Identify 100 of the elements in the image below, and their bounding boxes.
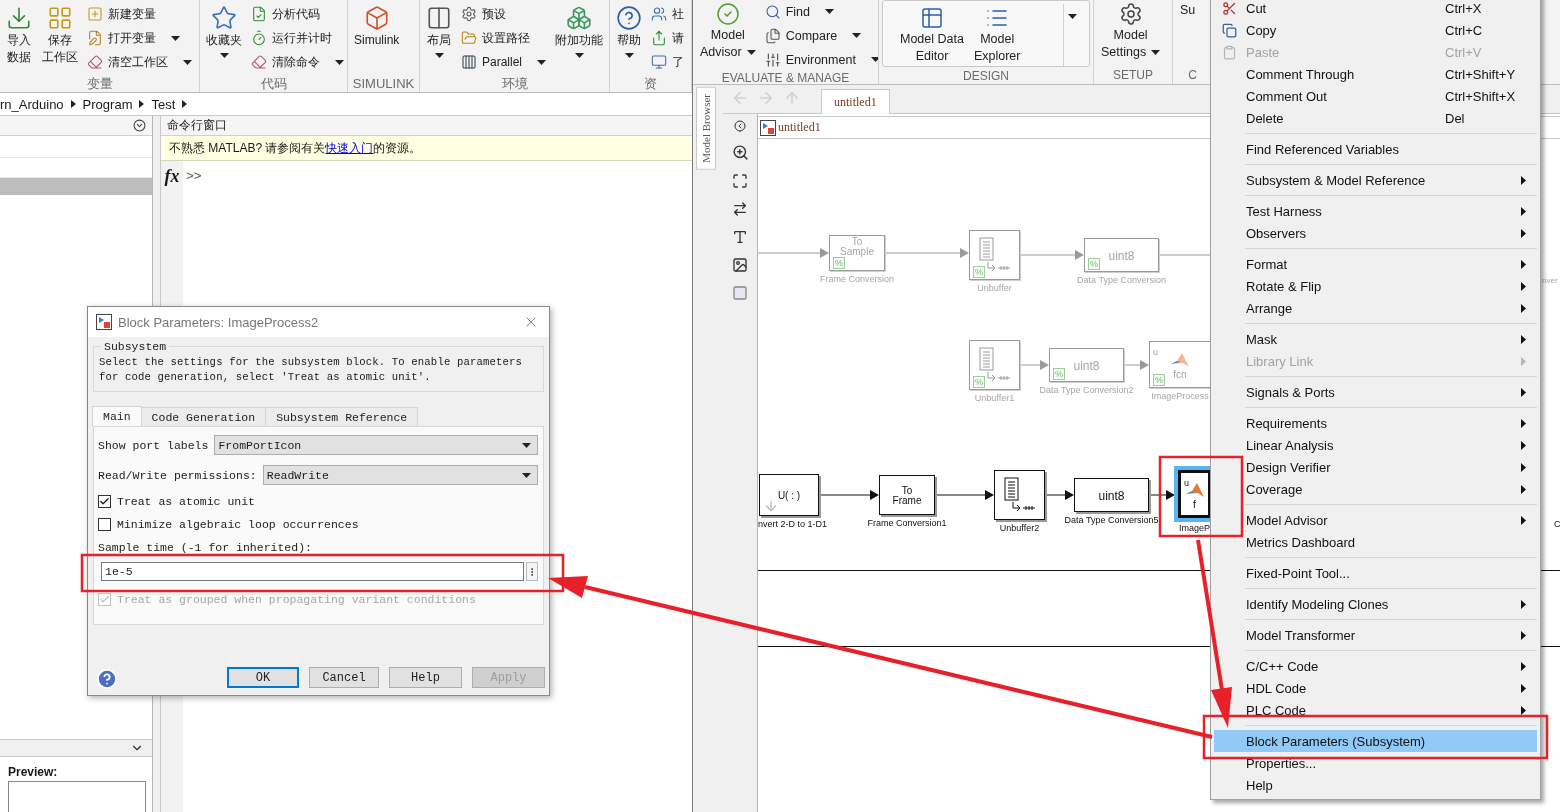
ribbon-button[interactable]: 保存 工作区 [39,3,81,67]
menu-item[interactable]: Identify Modeling Clones [1214,593,1537,615]
diagram-block[interactable]: uint8 [1074,478,1149,512]
path-segment[interactable]: rn_Arduino [0,96,64,112]
ribbon-button[interactable]: 请 [649,27,686,49]
menu-item[interactable]: Signals & Ports [1214,381,1537,403]
ribbon-button[interactable]: Find [762,0,878,23]
dialog-tab[interactable]: Code Generation [140,407,267,426]
ribbon-button[interactable]: 清空工作区 [85,51,194,73]
menu-item[interactable]: Model Advisor [1214,509,1537,531]
ribbon-button[interactable]: 布局 [423,3,455,60]
ribbon-button[interactable]: 运行并计时 [249,27,346,49]
menu-item[interactable]: Properties... [1214,752,1537,774]
more-options-button[interactable] [526,562,538,581]
help-icon[interactable] [96,668,118,690]
dialog-tab[interactable]: Main [92,406,142,426]
ribbon-button[interactable]: 导入 数据 [3,3,35,67]
ribbon-button[interactable]: Model Explorer [970,4,1024,66]
diagram-block[interactable]: U( : ) [759,474,819,516]
input-field[interactable]: 1e-5 [101,562,524,581]
ribbon-button[interactable]: 分析代码 [249,3,346,25]
block-text: fcn [1173,368,1187,381]
ribbon-button[interactable]: 预设 [459,3,549,25]
menu-item[interactable]: C/C++ Code [1214,655,1537,677]
model-tab[interactable]: untitled1 [821,89,890,114]
menu-item[interactable]: Subsystem & Model Reference [1214,169,1537,191]
ribbon-button[interactable]: 收藏夹 [203,3,245,60]
ribbon-button[interactable]: 新建变量 [85,3,194,25]
menu-item[interactable]: Find Referenced Variables [1214,138,1537,160]
menu-item[interactable]: Cut Ctrl+X [1214,0,1537,19]
menu-item[interactable]: Copy Ctrl+C [1214,19,1537,41]
menu-item[interactable]: HDL Code [1214,677,1537,699]
diagram-block[interactable] [994,470,1045,520]
ribbon-button[interactable]: Parallel [459,51,549,73]
ribbon-button[interactable]: Model Data Editor [897,4,967,66]
menu-item[interactable]: Delete Del [1214,107,1537,129]
menu-item[interactable]: Test Harness [1214,200,1537,222]
menu-item[interactable]: Arrange [1214,297,1537,319]
ribbon-button[interactable]: 了 [649,51,686,73]
sliders-icon [764,51,781,68]
fit-view-icon[interactable] [732,173,748,189]
menu-item[interactable]: Requirements [1214,412,1537,434]
path-segment[interactable]: Program [82,96,133,112]
menu-item[interactable]: Coverage [1214,478,1537,500]
ribbon-button[interactable]: Compare [762,24,878,47]
dialog-button[interactable]: OK [227,667,299,688]
unbuffer-icon [1003,477,1036,513]
checkbox[interactable] [98,495,111,508]
checkbox[interactable] [98,518,111,531]
ribbon-button[interactable]: 帮助 [613,3,645,60]
menu-item[interactable]: Comment Out Ctrl+Shift+X [1214,85,1537,107]
menu-item[interactable]: Format [1214,253,1537,275]
menu-item[interactable]: Model Transformer [1214,624,1537,646]
ribbon-button[interactable]: 设置路径 [459,27,549,49]
arrows-icon[interactable] [732,201,748,217]
group-label: 变量 [85,76,114,92]
menu-item[interactable]: Block Parameters (Subsystem) [1214,730,1537,752]
menu-item[interactable]: Help [1214,774,1537,796]
ribbon-button[interactable]: 附加功能 [552,3,607,60]
block-label: Data Type Conversion [1077,275,1166,285]
image-icon[interactable] [732,257,748,273]
description-text: Select the settings for the subsystem block. To enable parameters for code generation, select 'Treat as atomic unit'. [99,355,523,385]
block-label: nvert 2-D to 1-D1 [758,519,828,529]
breadcrumb-link[interactable]: untitled1 [778,120,821,135]
ribbon-button[interactable]: 清除命令 [249,51,346,73]
settings-icon [1118,2,1143,26]
dropdown-icon[interactable] [133,119,146,132]
ribbon-button[interactable]: Environment [762,48,878,71]
hide-browser-button[interactable] [734,120,746,132]
path-segment[interactable]: Test [151,96,176,112]
notice-text: 不熟悉 MATLAB? 请参阅有关快速入门的资源。 [169,139,422,157]
ribbon-button[interactable]: 打开变量 [85,27,194,49]
dialog-button[interactable]: Help [389,667,462,688]
menu-item[interactable]: Comment Through Ctrl+Shift+Y [1214,63,1537,85]
dialog-tab[interactable]: Subsystem Reference [265,407,419,426]
ribbon-button[interactable]: 社 [649,3,686,25]
files-icon [764,27,781,44]
menu-item[interactable]: Mask [1214,328,1537,350]
ribbon-button[interactable]: Su [1177,0,1199,20]
menu-item[interactable]: Fixed-Point Tool... [1214,562,1537,584]
menu-item[interactable]: PLC Code [1214,699,1537,721]
dropdown-field[interactable]: FromPortIcon [214,435,538,455]
quick-start-link[interactable]: 快速入门 [325,140,374,155]
dialog-button[interactable]: Cancel [309,667,379,688]
browser-tab[interactable]: Model Browser [696,87,716,170]
ribbon-button[interactable]: Simulink [351,3,403,50]
signal-line [1020,360,1049,370]
check-circle-icon [715,2,740,26]
menu-item[interactable]: Metrics Dashboard [1214,531,1537,553]
text-icon[interactable] [732,229,748,245]
menu-item[interactable]: Design Verifier [1214,456,1537,478]
ribbon-button[interactable]: Model Settings [1098,0,1164,62]
zoom-in-icon[interactable] [731,144,749,161]
caret-icon [870,57,878,62]
dropdown-field[interactable]: ReadWrite [262,465,538,485]
menu-item[interactable]: Observers [1214,222,1537,244]
menu-item[interactable]: Linear Analysis [1214,434,1537,456]
ribbon-button[interactable]: Model Advisor [697,0,759,62]
diagram-block[interactable]: To Frame [879,475,935,515]
menu-item[interactable]: Rotate & Flip [1214,275,1537,297]
